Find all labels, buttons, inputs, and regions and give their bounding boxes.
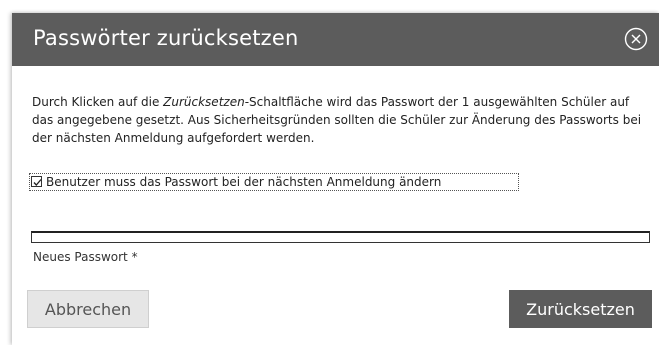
checkbox-label: Benutzer muss das Passwort bei der nächs… (46, 175, 442, 189)
reset-button[interactable]: Zurücksetzen (509, 290, 652, 328)
description-emphasis: Zurücksetzen (163, 95, 245, 109)
checkmark-icon (33, 179, 42, 186)
must-change-password-checkbox[interactable]: Benutzer muss das Passwort bei der nächs… (29, 173, 519, 191)
description-text-start: Durch Klicken auf die (32, 95, 164, 109)
checkbox-box[interactable] (31, 176, 42, 187)
dialog-title: Passwörter zurücksetzen (33, 26, 299, 50)
close-icon[interactable] (624, 27, 648, 51)
reset-password-dialog: Passwörter zurücksetzen Durch Klicken au… (12, 13, 659, 345)
dialog-description: Durch Klicken auf die Zurücksetzen-Schal… (32, 93, 642, 147)
new-password-input[interactable] (31, 231, 650, 243)
new-password-label: Neues Passwort * (33, 250, 138, 264)
cancel-button[interactable]: Abbrechen (27, 290, 149, 328)
dialog-header: Passwörter zurücksetzen (12, 13, 659, 66)
